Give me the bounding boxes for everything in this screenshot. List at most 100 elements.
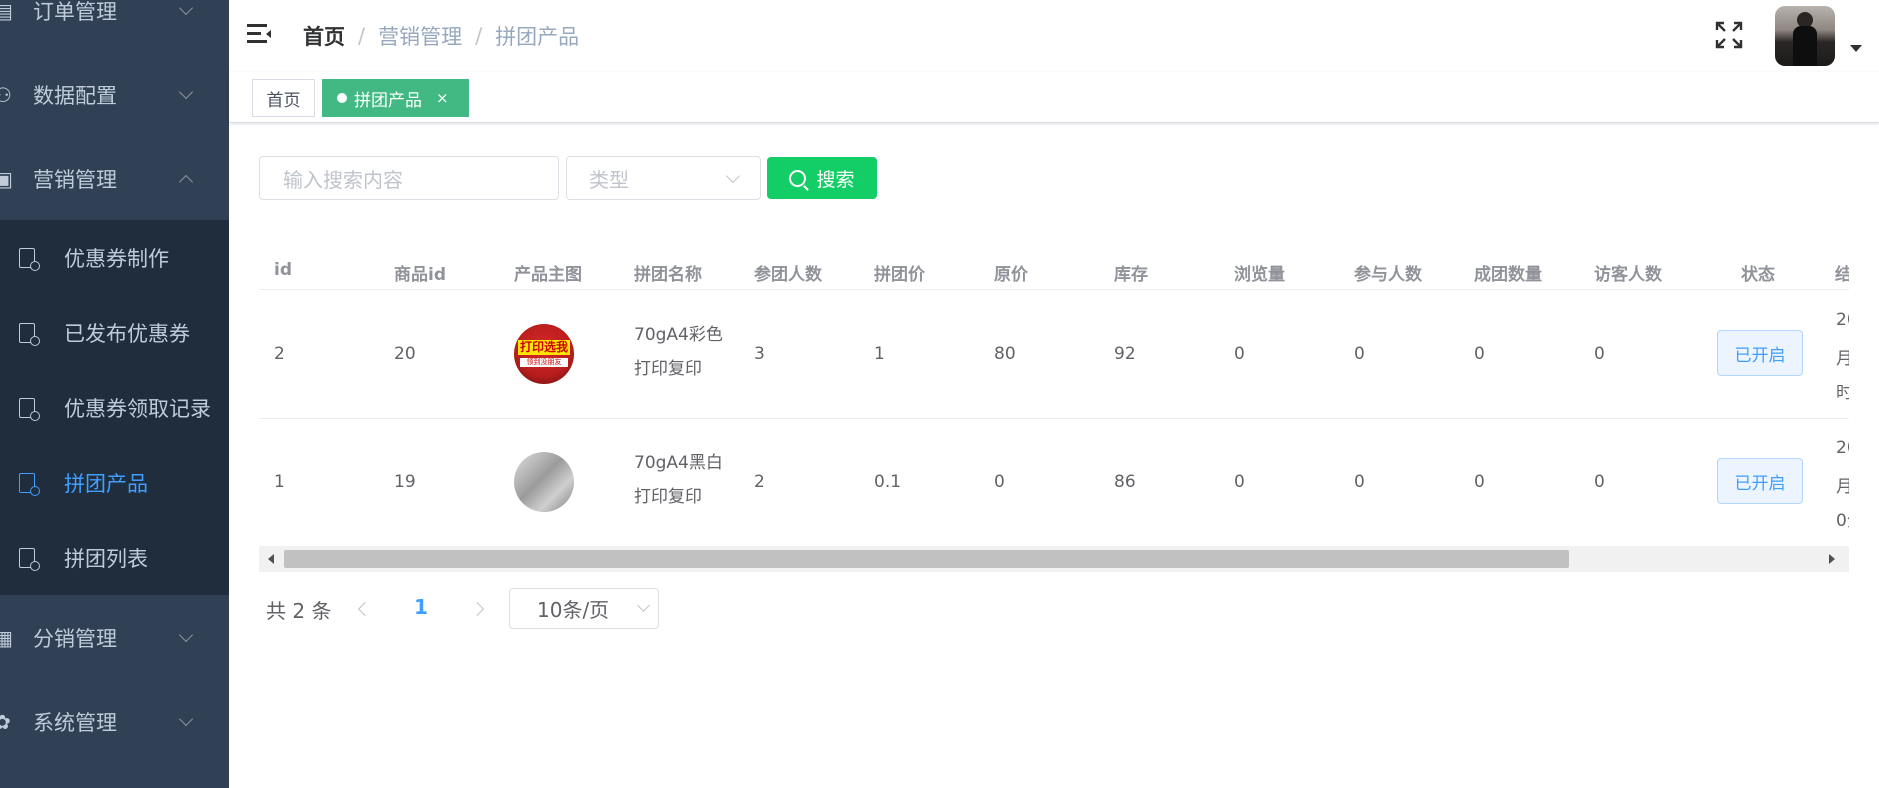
document-gear-icon	[19, 397, 40, 421]
cell-end-time: 20	[1836, 310, 1849, 330]
cell-name-line: 70gA4彩色	[634, 325, 723, 345]
fullscreen-icon[interactable]	[1714, 20, 1744, 50]
document-gear-icon	[19, 247, 40, 271]
submenu-label: 优惠券领取记录	[64, 396, 211, 421]
page-number[interactable]: 1	[414, 595, 428, 619]
cell-name-line: 打印复印	[634, 487, 702, 507]
page-size-value: 10条/页	[537, 598, 610, 622]
cell-orig-price: 0	[994, 472, 1005, 492]
cell-visitors: 0	[1594, 472, 1605, 492]
column-header: 访客人数	[1594, 265, 1662, 285]
data-config-icon: ⚇	[0, 83, 12, 107]
menu-order-management[interactable]: ▤ 订单管理	[0, 0, 229, 53]
column-header: 成团数量	[1474, 265, 1542, 285]
tag-label: 拼团产品	[354, 90, 422, 111]
chevron-down-icon	[178, 711, 194, 727]
cell-name-line: 打印复印	[634, 359, 702, 379]
menu-data-config[interactable]: ⚇ 数据配置	[0, 53, 229, 137]
product-image[interactable]	[514, 452, 574, 512]
cell-stock: 86	[1114, 472, 1136, 492]
breadcrumb-current: 拼团产品	[495, 25, 580, 49]
next-page-icon[interactable]	[469, 601, 485, 617]
cell-participants: 0	[1354, 344, 1365, 364]
menu-marketing[interactable]: ▣ 营销管理	[0, 137, 229, 221]
cell-end-time: 时	[1836, 383, 1849, 403]
submenu-coupon-records[interactable]: 优惠券领取记录	[0, 370, 229, 445]
page-size-select[interactable]: 10条/页	[509, 588, 659, 629]
search-icon	[789, 169, 807, 187]
breadcrumb: 首页 / 营销管理 / 拼团产品	[303, 21, 579, 51]
submenu-coupon-create[interactable]: 优惠券制作	[0, 220, 229, 295]
menu-distribution[interactable]: ▦ 分销管理	[0, 596, 229, 680]
type-select-placeholder: 类型	[589, 167, 629, 192]
submenu-group-list[interactable]: 拼团列表	[0, 520, 229, 595]
tag-home[interactable]: 首页	[252, 79, 315, 117]
close-icon[interactable]: ×	[436, 89, 449, 107]
avatar[interactable]	[1775, 6, 1835, 66]
products-table: id 商品id 产品主图 拼团名称 参团人数 拼团价 原价 库存 浏览量 参与人…	[259, 230, 1849, 573]
breadcrumb-marketing: 营销管理	[378, 25, 463, 49]
cell-groups-done: 0	[1474, 344, 1485, 364]
product-image-text: 打印选我	[518, 340, 570, 355]
caret-down-icon[interactable]	[1850, 45, 1862, 52]
marketing-submenu: 优惠券制作 已发布优惠券 优惠券领取记录 拼团产品 拼团列表	[0, 220, 229, 595]
menu-label: 系统管理	[33, 711, 117, 735]
document-gear-icon	[19, 547, 40, 571]
menu-label: 分销管理	[33, 627, 117, 651]
chevron-down-icon	[178, 84, 194, 100]
navbar: 首页 / 营销管理 / 拼团产品	[229, 0, 1879, 72]
cell-views: 0	[1234, 344, 1245, 364]
cell-id: 2	[274, 344, 285, 364]
submenu-label: 拼团产品	[64, 471, 148, 496]
breadcrumb-separator: /	[475, 24, 483, 48]
menu-system[interactable]: ✿ 系统管理	[0, 680, 229, 764]
status-badge: 已开启	[1717, 458, 1803, 504]
chevron-down-icon	[178, 0, 194, 16]
status-badge: 已开启	[1717, 330, 1803, 376]
chevron-down-icon	[178, 627, 194, 643]
search-input[interactable]: 输入搜索内容	[259, 156, 559, 200]
scroll-right-icon[interactable]	[1829, 554, 1835, 564]
hamburger-menu-icon[interactable]	[247, 24, 271, 44]
cell-group-size: 2	[754, 472, 765, 492]
cell-name-line: 70gA4黑白	[634, 453, 723, 473]
cell-stock: 92	[1114, 344, 1136, 364]
row-divider	[259, 418, 1849, 419]
menu-label: 数据配置	[33, 84, 117, 108]
header-divider	[259, 289, 1849, 290]
cell-id: 1	[274, 472, 285, 492]
document-gear-icon	[19, 472, 40, 496]
submenu-group-products[interactable]: 拼团产品	[0, 445, 229, 520]
breadcrumb-home[interactable]: 首页	[303, 21, 345, 51]
chevron-up-icon	[178, 174, 194, 190]
submenu-published-coupons[interactable]: 已发布优惠券	[0, 295, 229, 370]
menu-label: 营销管理	[33, 168, 117, 192]
distribution-icon: ▦	[0, 626, 13, 650]
product-image-subtext: 领到没朋友	[520, 358, 568, 367]
cell-end-time: 20	[1836, 438, 1849, 458]
cell-group-price: 1	[874, 344, 885, 364]
product-image[interactable]: 打印选我 领到没朋友	[514, 324, 574, 384]
search-button[interactable]: 搜索	[767, 157, 877, 199]
pagination-total: 共 2 条	[266, 599, 332, 623]
cell-groups-done: 0	[1474, 472, 1485, 492]
column-header: 拼团名称	[634, 265, 702, 285]
breadcrumb-separator: /	[358, 24, 366, 48]
cell-goods-id: 20	[394, 344, 416, 364]
menu-label: 订单管理	[33, 0, 117, 24]
column-header: 结	[1835, 265, 1849, 285]
chevron-down-icon	[725, 168, 741, 184]
scrollbar-thumb[interactable]	[284, 550, 1569, 568]
column-header: 状态	[1741, 265, 1775, 285]
horizontal-scrollbar[interactable]	[259, 546, 1849, 572]
type-select[interactable]: 类型	[566, 156, 761, 200]
scroll-left-icon[interactable]	[268, 554, 274, 564]
column-header: 库存	[1114, 265, 1148, 285]
prev-page-icon[interactable]	[357, 601, 373, 617]
column-header: 产品主图	[514, 265, 582, 285]
submenu-label: 已发布优惠券	[64, 321, 190, 346]
search-button-label: 搜索	[816, 168, 855, 191]
column-header: 原价	[994, 265, 1028, 285]
cell-name: 70gA4黑白 打印复印	[634, 446, 734, 514]
tag-group-products[interactable]: 拼团产品 ×	[322, 79, 469, 117]
